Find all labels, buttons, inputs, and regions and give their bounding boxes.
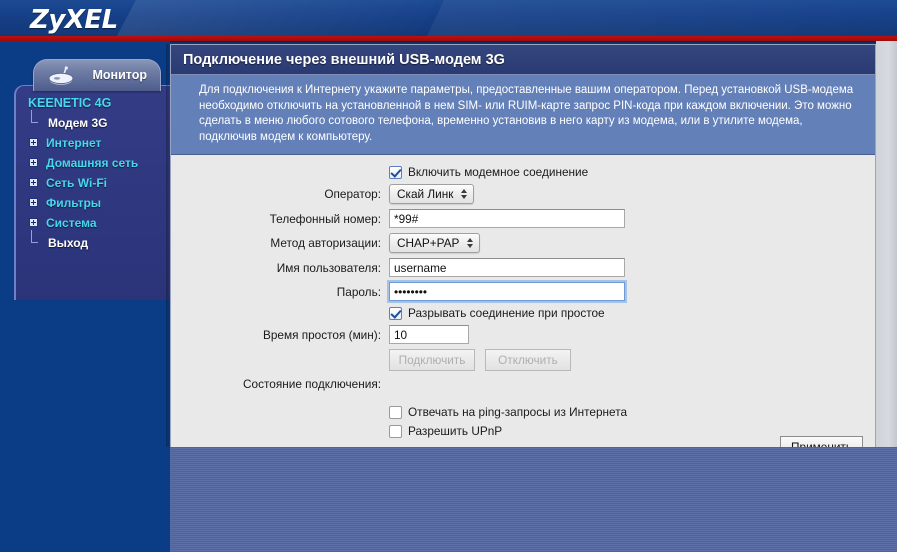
expand-icon[interactable] (29, 138, 38, 147)
auth-method-select[interactable]: CHAP+PAP (389, 233, 481, 253)
phone-input[interactable] (389, 209, 625, 228)
nav-menu: KEENETIC 4G Модем 3G Интернет Домашняя с… (16, 94, 172, 253)
enable-modem-label: Включить модемное соединение (408, 165, 589, 179)
row-idle-disconnect: Разрывать соединение при простое (171, 306, 875, 320)
chevron-updown-icon (466, 236, 475, 250)
auth-label: Метод авторизации: (270, 236, 381, 250)
auth-value: CHAP+PAP (397, 236, 460, 250)
sidebar-item-home-network[interactable]: Домашняя сеть (16, 153, 172, 173)
idle-disconnect-checkbox[interactable] (389, 306, 402, 320)
nav-panel-bevel (15, 298, 173, 346)
password-input[interactable] (389, 282, 625, 301)
monitor-tab[interactable]: Монитор (33, 59, 161, 91)
operator-value: Скай Линк (397, 187, 454, 201)
row-enable-modem: Включить модемное соединение (171, 165, 875, 179)
expand-icon[interactable] (29, 178, 38, 187)
operator-select[interactable]: Скай Линк (389, 184, 475, 204)
row-password: Пароль: (171, 282, 875, 301)
row-status: Состояние подключения: (171, 377, 875, 391)
row-username: Имя пользователя: (171, 258, 875, 277)
connection-status-label: Состояние подключения: (243, 377, 381, 391)
operator-label: Оператор: (324, 187, 381, 201)
expand-icon[interactable] (29, 218, 38, 227)
router-icon (48, 66, 74, 86)
idle-time-input[interactable] (389, 325, 469, 344)
monitor-tab-label: Монитор (92, 68, 147, 82)
page-description: Для подключения к Интернету укажите пара… (171, 75, 875, 155)
sidebar-item-modem-3g[interactable]: Модем 3G (16, 110, 172, 133)
nav-panel: KEENETIC 4G Модем 3G Интернет Домашняя с… (14, 85, 173, 346)
sidebar-item-logout[interactable]: Выход (16, 230, 172, 253)
tree-dash (31, 122, 38, 123)
sidebar: Монитор KEENETIC 4G Модем 3G Интернет До… (0, 41, 173, 552)
page-title: Подключение через внешний USB-модем 3G (171, 45, 875, 75)
disconnect-button[interactable]: Отключить (485, 349, 571, 371)
page-bottom-right-fill (876, 447, 897, 552)
upnp-label: Разрешить UPnP (408, 424, 503, 438)
row-operator: Оператор: Скай Линк (171, 184, 875, 204)
header-sheen-secondary (397, 0, 897, 36)
row-ping-reply: Отвечать на ping-запросы из Интернета (171, 405, 875, 419)
expand-icon[interactable] (29, 198, 38, 207)
form-area: Включить модемное соединение Оператор: С… (171, 155, 875, 470)
sidebar-item-label: Система (46, 216, 97, 230)
enable-modem-checkbox[interactable] (389, 165, 402, 179)
page-bottom-fill (170, 447, 876, 552)
sidebar-item-system[interactable]: Система (16, 213, 172, 233)
sidebar-item-label: Интернет (46, 136, 102, 150)
chevron-updown-icon (460, 187, 469, 201)
upnp-checkbox[interactable] (389, 424, 402, 438)
username-label: Имя пользователя: (276, 260, 381, 275)
idle-disconnect-label: Разрывать соединение при простое (408, 306, 605, 320)
phone-label: Телефонный номер: (269, 211, 381, 226)
idle-time-label: Время простоя (мин): (262, 327, 381, 342)
content-panel: Подключение через внешний USB-модем 3G Д… (170, 44, 876, 470)
sidebar-item-label: Выход (48, 236, 89, 250)
expand-icon[interactable] (29, 158, 38, 167)
header-sheen (82, 0, 458, 36)
sidebar-item-internet[interactable]: Интернет (16, 133, 172, 153)
row-connection-buttons: Подключить Отключить (171, 349, 875, 371)
sidebar-item-label: Фильтры (46, 196, 102, 210)
tree-dash (31, 242, 38, 243)
sidebar-item-label: Модем 3G (48, 116, 108, 130)
username-input[interactable] (389, 258, 625, 277)
row-phone: Телефонный номер: (171, 209, 875, 228)
sidebar-item-filters[interactable]: Фильтры (16, 193, 172, 213)
row-upnp: Разрешить UPnP (171, 424, 875, 438)
sidebar-item-wifi-network[interactable]: Сеть Wi-Fi (16, 173, 172, 193)
ping-reply-checkbox[interactable] (389, 405, 402, 419)
password-label: Пароль: (336, 284, 381, 299)
zyxel-logo: ZyXEL (30, 5, 118, 35)
row-auth: Метод авторизации: CHAP+PAP (171, 233, 875, 253)
sidebar-item-label: Сеть Wi-Fi (46, 176, 107, 190)
ping-reply-label: Отвечать на ping-запросы из Интернета (408, 405, 628, 419)
row-idle-time: Время простоя (мин): (171, 325, 875, 344)
nav-menu-title: KEENETIC 4G (28, 96, 112, 110)
connect-button[interactable]: Подключить (389, 349, 475, 371)
brand-header: ZyXEL (0, 0, 897, 36)
sidebar-item-label: Домашняя сеть (46, 156, 139, 170)
